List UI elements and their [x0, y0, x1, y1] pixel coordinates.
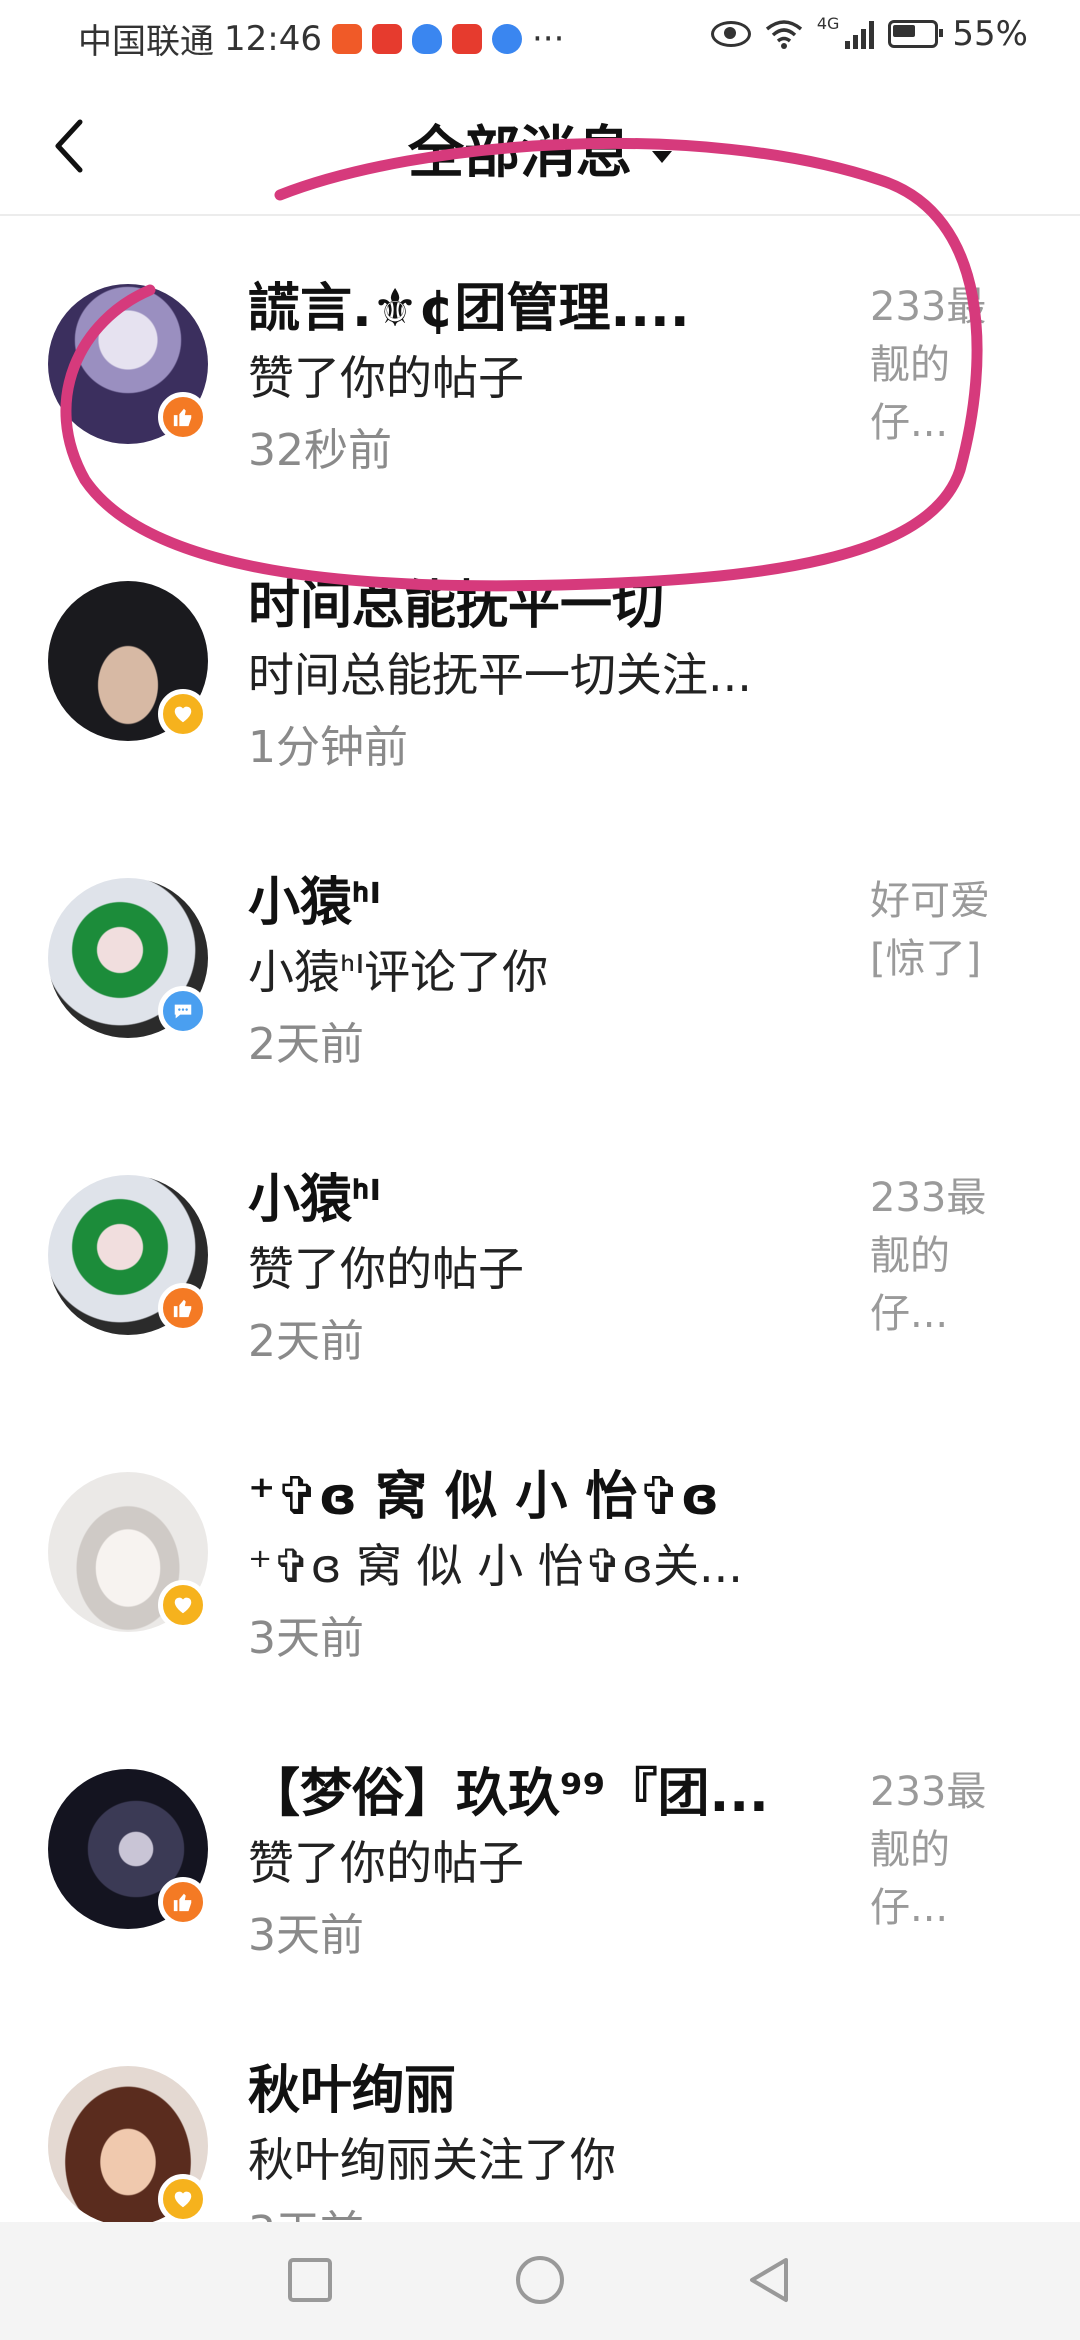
message-action: 秋叶绚丽关注了你 — [248, 2133, 616, 2187]
page-title-dropdown[interactable]: 全部消息 — [0, 108, 1080, 189]
follow-badge-icon — [158, 1580, 208, 1630]
square-icon[interactable] — [280, 2250, 340, 2310]
message-time: 1分钟前 — [248, 722, 408, 773]
system-navigation-bar — [0, 2222, 1080, 2340]
clock: 12:46 — [224, 18, 322, 59]
like-badge-icon — [158, 1877, 208, 1927]
message-time: 2天前 — [248, 1019, 364, 1070]
message-item[interactable]: 时间总能抚平一切 时间总能抚平一切关注... 1分钟前 — [0, 513, 1080, 810]
message-item[interactable]: 謊言.⚜¢团管理.... 赞了你的帖子 32秒前 233最靓的仔... — [0, 216, 1080, 513]
like-badge-icon — [158, 392, 208, 442]
wifi-icon — [765, 20, 802, 49]
battery-percent: 55% — [952, 14, 1028, 54]
sender-name: 【梦俗】玖玖⁹⁹『团... — [248, 1764, 769, 1824]
sender-name: 小猿ᑋᑊ — [248, 1170, 382, 1230]
like-badge-icon — [158, 1283, 208, 1333]
message-item[interactable]: ⁺✞ɞ 窝 似 小 怡✞ɞ ⁺✞ɞ 窝 似 小 怡✞ɞ关... 3天前 — [0, 1404, 1080, 1701]
video-app-icon — [371, 23, 402, 54]
status-left: 中国联通 12:46 ··· — [78, 14, 564, 63]
sender-name: 小猿ᑋᑊ — [248, 873, 382, 933]
post-preview: 233最靓的仔... — [870, 1769, 987, 1931]
comment-preview: 好可爱[惊了] — [870, 878, 990, 982]
comment-badge-icon — [158, 986, 208, 1036]
carrier-label: 中国联通 — [78, 22, 214, 62]
message-action: 时间总能抚平一切关注... — [248, 648, 752, 702]
message-time: 3天前 — [248, 1910, 364, 1961]
message-list: 謊言.⚜¢团管理.... 赞了你的帖子 32秒前 233最靓的仔... 时间总能… — [0, 216, 1080, 2295]
message-action: 小猿ᑋᑊ评论了你 — [248, 945, 549, 999]
message-item[interactable]: 小猿ᑋᑊ 赞了你的帖子 2天前 233最靓的仔... — [0, 1107, 1080, 1404]
message-action: 赞了你的帖子 — [248, 1836, 524, 1890]
page-title: 全部消息 — [408, 121, 632, 186]
shield-app-icon — [411, 23, 442, 54]
browser-app-icon — [491, 23, 522, 54]
message-item[interactable]: 小猿ᑋᑊ 小猿ᑋᑊ评论了你 2天前 好可爱[惊了] — [0, 810, 1080, 1107]
triangle-back-icon[interactable] — [740, 2250, 800, 2310]
status-bar: 中国联通 12:46 ··· 4G 55% — [0, 0, 1080, 78]
circle-icon[interactable] — [510, 2250, 570, 2310]
message-action: 赞了你的帖子 — [248, 1242, 524, 1296]
sender-name: 謊言.⚜¢团管理.... — [248, 279, 690, 339]
follow-badge-icon — [158, 2174, 208, 2224]
app-notification-icon — [331, 23, 362, 54]
signal-icon — [845, 19, 875, 49]
chevron-down-icon — [652, 150, 672, 163]
video-app-icon-2 — [451, 23, 482, 54]
battery-icon — [888, 20, 944, 48]
message-item[interactable]: 【梦俗】玖玖⁹⁹『团... 赞了你的帖子 3天前 233最靓的仔... — [0, 1701, 1080, 1998]
more-notifications-icon: ··· — [531, 18, 565, 59]
network-type: 4G — [816, 14, 840, 33]
post-preview: 233最靓的仔... — [870, 284, 987, 446]
message-action: 赞了你的帖子 — [248, 351, 524, 405]
top-app-bar: 全部消息 — [0, 78, 1080, 216]
post-preview: 233最靓的仔... — [870, 1175, 987, 1337]
status-right: 4G 55% — [710, 14, 1028, 54]
follow-badge-icon — [158, 689, 208, 739]
eye-comfort-icon — [710, 21, 751, 47]
message-time: 2天前 — [248, 1316, 364, 1367]
message-action: ⁺✞ɞ 窝 似 小 怡✞ɞ关... — [248, 1539, 743, 1593]
sender-name: 时间总能抚平一切 — [248, 576, 665, 636]
message-time: 3天前 — [248, 1613, 364, 1664]
sender-name: ⁺✞ɞ 窝 似 小 怡✞ɞ — [248, 1467, 720, 1527]
sender-name: 秋叶绚丽 — [248, 2061, 457, 2121]
message-time: 32秒前 — [248, 425, 392, 476]
